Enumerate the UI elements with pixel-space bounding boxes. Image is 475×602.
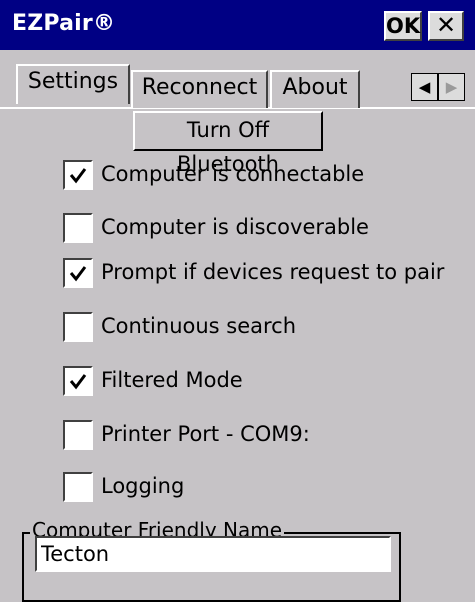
checkmark-icon [69, 168, 87, 184]
checkmark-icon [69, 374, 87, 390]
friendly-name-input[interactable] [35, 536, 391, 572]
checkbox[interactable] [63, 160, 93, 190]
option-label: Prompt if devices request to pair [101, 260, 445, 284]
checkmark-icon [69, 266, 87, 282]
checkbox[interactable] [63, 366, 93, 396]
option-label: Filtered Mode [101, 368, 243, 392]
option-label: Computer is connectable [101, 162, 365, 186]
option-label: Printer Port - COM9: [101, 422, 310, 446]
tab-reconnect[interactable]: Reconnect [131, 70, 268, 108]
checkbox[interactable] [63, 213, 93, 243]
option-label: Continuous search [101, 314, 297, 338]
tab-scroll-right-icon[interactable]: ▶ [438, 73, 465, 101]
checkbox[interactable] [63, 420, 93, 450]
tab-settings[interactable]: Settings [16, 64, 130, 104]
checkbox[interactable] [63, 472, 93, 502]
checkbox[interactable] [63, 258, 93, 288]
tab-scroll-left-icon[interactable]: ◀ [411, 73, 438, 101]
option-label: Logging [101, 474, 185, 498]
window-title: EZPair® [12, 11, 116, 36]
option-label: Computer is discoverable [101, 215, 369, 239]
checkbox[interactable] [63, 312, 93, 342]
close-icon[interactable]: ✕ [428, 11, 464, 41]
turn-off-bluetooth-button[interactable]: Turn Off Bluetooth [133, 111, 323, 176]
tab-about[interactable]: About [270, 70, 360, 108]
ok-button[interactable]: OK [384, 11, 422, 41]
title-bar: EZPair® OK ✕ [0, 0, 475, 50]
